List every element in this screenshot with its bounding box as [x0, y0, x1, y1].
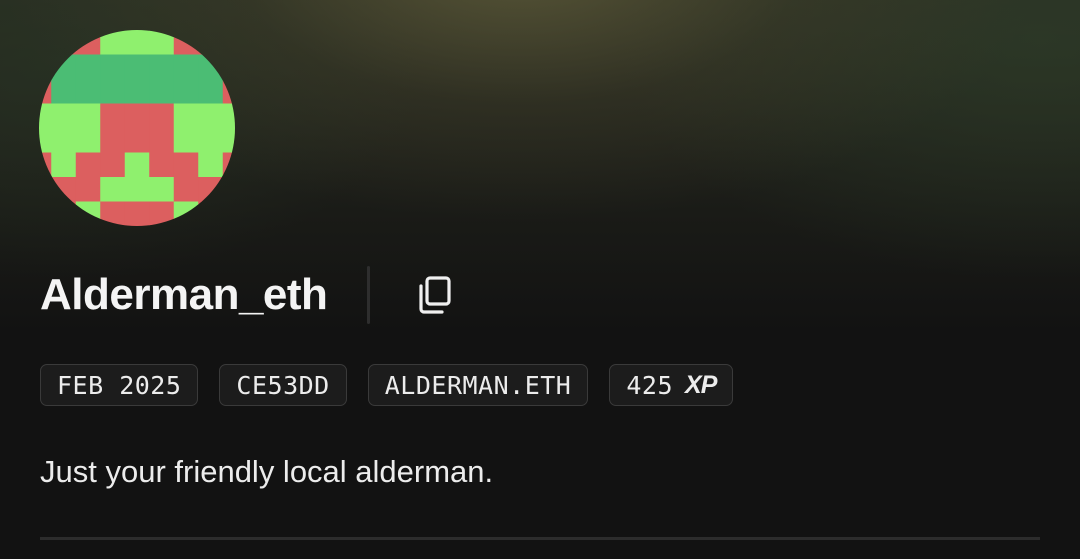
avatar-pixel — [173, 79, 199, 104]
avatar-pixel — [173, 201, 199, 226]
avatar-pixel — [75, 103, 101, 129]
avatar-pixel — [100, 54, 126, 80]
avatar-pixel — [149, 201, 175, 226]
avatar-pixel — [198, 79, 224, 104]
avatar-pixel — [198, 54, 224, 80]
avatar-pixel — [222, 201, 235, 226]
avatar-pixel — [124, 79, 150, 104]
avatar-pixel — [75, 30, 101, 55]
ens-badge[interactable]: ALDERMAN.ETH — [367, 364, 589, 406]
avatar-pixel — [222, 177, 235, 202]
avatar-pixel — [173, 30, 199, 55]
avatar-pixel — [75, 79, 101, 104]
avatar-pixel — [124, 177, 150, 202]
avatar-pixel — [124, 103, 150, 129]
xp-label: XP — [685, 370, 717, 399]
copy-icon — [419, 276, 452, 314]
joined-date-badge: FEB 2025 — [40, 364, 199, 406]
copy-button[interactable] — [414, 275, 454, 315]
avatar-pixel — [100, 152, 126, 178]
avatar-pixel — [51, 54, 77, 80]
avatar-pixel — [39, 103, 52, 129]
avatar-pixel — [222, 128, 235, 153]
avatar-pixel — [75, 201, 101, 226]
pixel-identicon-avatar — [39, 30, 235, 226]
xp-badge: 425 XP — [609, 364, 734, 406]
avatar-pixel — [149, 103, 175, 129]
avatar-pixel — [51, 201, 77, 226]
avatar[interactable] — [39, 30, 235, 226]
avatar-pixel — [222, 54, 235, 80]
avatar-pixel — [124, 128, 150, 153]
avatar-pixel — [39, 79, 52, 104]
avatar-pixel — [149, 30, 175, 55]
avatar-pixel — [124, 30, 150, 55]
avatar-pixel — [75, 128, 101, 153]
avatar-pixel — [100, 128, 126, 153]
avatar-pixel — [173, 103, 199, 129]
avatar-pixel — [39, 128, 52, 153]
avatar-pixel — [51, 103, 77, 129]
username: Alderman_eth — [40, 270, 328, 319]
avatar-pixel — [222, 152, 235, 178]
code-badge[interactable]: CE53DD — [219, 364, 347, 406]
avatar-pixel — [124, 152, 150, 178]
avatar-pixel — [198, 201, 224, 226]
avatar-pixel — [51, 79, 77, 104]
avatar-pixel — [39, 54, 52, 80]
avatar-pixel — [198, 152, 224, 178]
avatar-pixel — [198, 103, 224, 129]
vertical-divider — [367, 266, 371, 324]
avatar-pixel — [39, 201, 52, 226]
avatar-pixel — [222, 103, 235, 129]
xp-value: 425 — [626, 370, 674, 400]
avatar-pixel — [39, 177, 52, 202]
avatar-pixel — [149, 79, 175, 104]
avatar-pixel — [51, 152, 77, 178]
avatar-pixel — [39, 30, 52, 55]
bio-text: Just your friendly local alderman. — [40, 454, 494, 489]
badge-row: FEB 2025 CE53DD ALDERMAN.ETH 425 XP — [40, 364, 734, 406]
name-row: Alderman_eth — [40, 266, 454, 324]
avatar-pixel — [51, 30, 77, 55]
avatar-pixel — [198, 128, 224, 153]
avatar-pixel — [173, 128, 199, 153]
avatar-pixel — [39, 152, 52, 178]
avatar-pixel — [149, 54, 175, 80]
avatar-pixel — [100, 30, 126, 55]
avatar-pixel — [51, 177, 77, 202]
avatar-pixel — [124, 201, 150, 226]
avatar-pixel — [75, 152, 101, 178]
avatar-pixel — [173, 54, 199, 80]
avatar-pixel — [222, 79, 235, 104]
profile-page: Alderman_eth FEB 2025 CE53DD ALDERMAN.ET… — [0, 0, 1080, 559]
avatar-pixel — [100, 79, 126, 104]
avatar-pixel — [222, 30, 235, 55]
avatar-pixel — [149, 128, 175, 153]
avatar-pixel — [51, 128, 77, 153]
horizontal-divider — [40, 537, 1040, 540]
avatar-pixel — [75, 177, 101, 202]
avatar-pixel — [149, 177, 175, 202]
avatar-pixel — [198, 30, 224, 55]
avatar-pixel — [173, 152, 199, 178]
avatar-pixel — [75, 54, 101, 80]
avatar-pixel — [100, 103, 126, 129]
avatar-pixel — [173, 177, 199, 202]
avatar-pixel — [124, 54, 150, 80]
avatar-pixel — [100, 177, 126, 202]
avatar-pixel — [100, 201, 126, 226]
avatar-pixel — [198, 177, 224, 202]
avatar-pixel — [149, 152, 175, 178]
